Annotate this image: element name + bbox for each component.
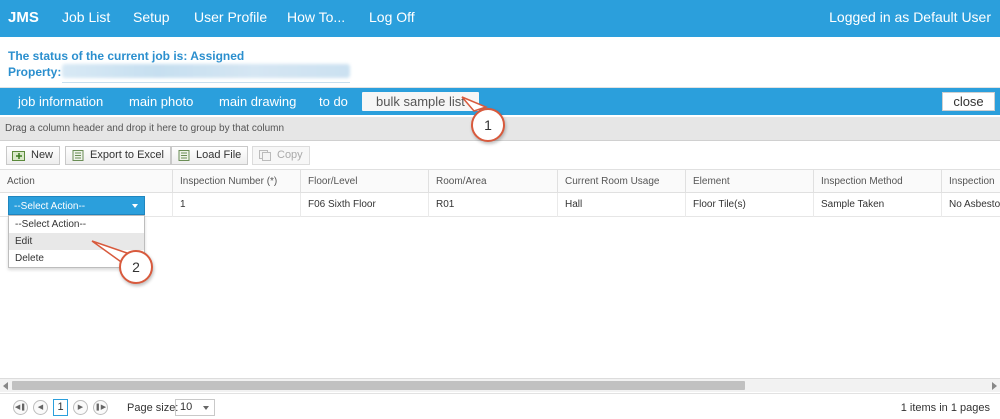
next-page-icon: ▶ bbox=[77, 404, 84, 411]
chevron-down-icon bbox=[203, 406, 209, 410]
new-button[interactable]: New bbox=[6, 146, 61, 165]
horizontal-scrollbar[interactable] bbox=[0, 378, 1000, 392]
scroll-right-icon[interactable] bbox=[992, 382, 997, 390]
cell-floor-level: F06 Sixth Floor bbox=[300, 193, 428, 217]
close-button[interactable]: close bbox=[942, 92, 995, 111]
logged-in-user: Logged in as Default User bbox=[829, 9, 991, 25]
chevron-down-icon bbox=[132, 204, 138, 208]
nav-user-profile[interactable]: User Profile bbox=[194, 9, 267, 25]
previous-page-button[interactable]: ◀ bbox=[33, 400, 48, 415]
next-page-button[interactable]: ▶ bbox=[73, 400, 88, 415]
action-option-select[interactable]: --Select Action-- bbox=[9, 216, 144, 233]
column-header-inspection[interactable]: Inspection bbox=[941, 170, 1000, 193]
callout-1: 1 bbox=[471, 108, 505, 142]
property-value-redacted bbox=[62, 64, 350, 78]
column-header-inspection-method[interactable]: Inspection Method bbox=[813, 170, 941, 193]
tab-job-information[interactable]: job information bbox=[18, 94, 103, 109]
property-underline bbox=[62, 82, 350, 83]
cell-element: Floor Tile(s) bbox=[685, 193, 813, 217]
scroll-left-icon[interactable] bbox=[3, 382, 8, 390]
column-header-inspection-number[interactable]: Inspection Number (*) bbox=[172, 170, 300, 193]
first-page-button[interactable]: ◀❚ bbox=[13, 400, 28, 415]
load-file-button-label: Load File bbox=[196, 149, 242, 161]
job-tab-bar: job information main photo main drawing … bbox=[0, 88, 1000, 115]
page-size-value: 10 bbox=[180, 401, 193, 413]
job-status-panel: The status of the current job is: Assign… bbox=[0, 37, 1000, 88]
column-header-room-area[interactable]: Room/Area bbox=[428, 170, 557, 193]
grid-header: Action Inspection Number (*) Floor/Level… bbox=[0, 169, 1000, 193]
first-page-icon: ◀❚ bbox=[14, 404, 27, 411]
pager-info: 1 items in 1 pages bbox=[900, 402, 990, 414]
copy-button[interactable]: Copy bbox=[252, 146, 310, 165]
column-header-action[interactable]: Action bbox=[0, 170, 172, 193]
new-button-label: New bbox=[31, 149, 54, 161]
cell-inspection: No Asbesto bbox=[941, 193, 1000, 217]
nav-log-off[interactable]: Log Off bbox=[369, 9, 415, 25]
job-status-text: The status of the current job is: Assign… bbox=[8, 49, 245, 63]
brand-logo[interactable]: JMS bbox=[8, 9, 39, 26]
excel-icon bbox=[72, 150, 84, 161]
export-to-excel-button[interactable]: Export to Excel bbox=[65, 146, 171, 165]
cell-inspection-number: 1 bbox=[172, 193, 300, 217]
copy-icon bbox=[259, 150, 271, 161]
nav-how-to[interactable]: How To... bbox=[287, 9, 345, 25]
export-button-label: Export to Excel bbox=[90, 149, 164, 161]
tab-main-photo[interactable]: main photo bbox=[129, 94, 193, 109]
cell-inspection-method: Sample Taken bbox=[813, 193, 941, 217]
previous-page-icon: ◀ bbox=[37, 404, 44, 411]
column-header-element[interactable]: Element bbox=[685, 170, 813, 193]
action-option-edit[interactable]: Edit bbox=[9, 233, 144, 250]
tab-bulk-sample-list[interactable]: bulk sample list bbox=[362, 92, 479, 111]
tab-main-drawing[interactable]: main drawing bbox=[219, 94, 296, 109]
current-page[interactable]: 1 bbox=[53, 399, 68, 416]
scrollbar-thumb[interactable] bbox=[12, 381, 745, 390]
nav-setup[interactable]: Setup bbox=[133, 9, 170, 25]
copy-button-label: Copy bbox=[277, 149, 303, 161]
table-row[interactable]: 1 F06 Sixth Floor R01 Hall Floor Tile(s)… bbox=[0, 193, 1000, 217]
top-nav-bar: JMS Job List Setup User Profile How To..… bbox=[0, 0, 1000, 37]
load-file-button[interactable]: Load File bbox=[171, 146, 249, 165]
nav-job-list[interactable]: Job List bbox=[62, 9, 110, 25]
last-page-icon: ❚▶ bbox=[94, 404, 107, 411]
action-select-value: --Select Action-- bbox=[14, 201, 86, 212]
pager: ◀❚ ◀ 1 ▶ ❚▶ Page size: 10 1 items in 1 p… bbox=[0, 393, 1000, 419]
action-select[interactable]: --Select Action-- bbox=[8, 196, 145, 215]
new-record-icon bbox=[12, 151, 25, 161]
column-header-current-room-usage[interactable]: Current Room Usage bbox=[557, 170, 685, 193]
page-size-select[interactable]: 10 bbox=[175, 399, 215, 416]
group-by-hint: Drag a column header and drop it here to… bbox=[5, 123, 285, 134]
last-page-button[interactable]: ❚▶ bbox=[93, 400, 108, 415]
cell-current-room-usage: Hall bbox=[557, 193, 685, 217]
column-header-floor-level[interactable]: Floor/Level bbox=[300, 170, 428, 193]
property-label: Property: bbox=[8, 65, 62, 79]
tab-to-do[interactable]: to do bbox=[319, 94, 348, 109]
callout-2: 2 bbox=[119, 250, 153, 284]
grid-toolbar: New Export to Excel Load File Copy bbox=[0, 142, 1000, 169]
cell-room-area: R01 bbox=[428, 193, 557, 217]
load-file-icon bbox=[178, 150, 190, 161]
page-size-label: Page size: bbox=[127, 402, 179, 414]
